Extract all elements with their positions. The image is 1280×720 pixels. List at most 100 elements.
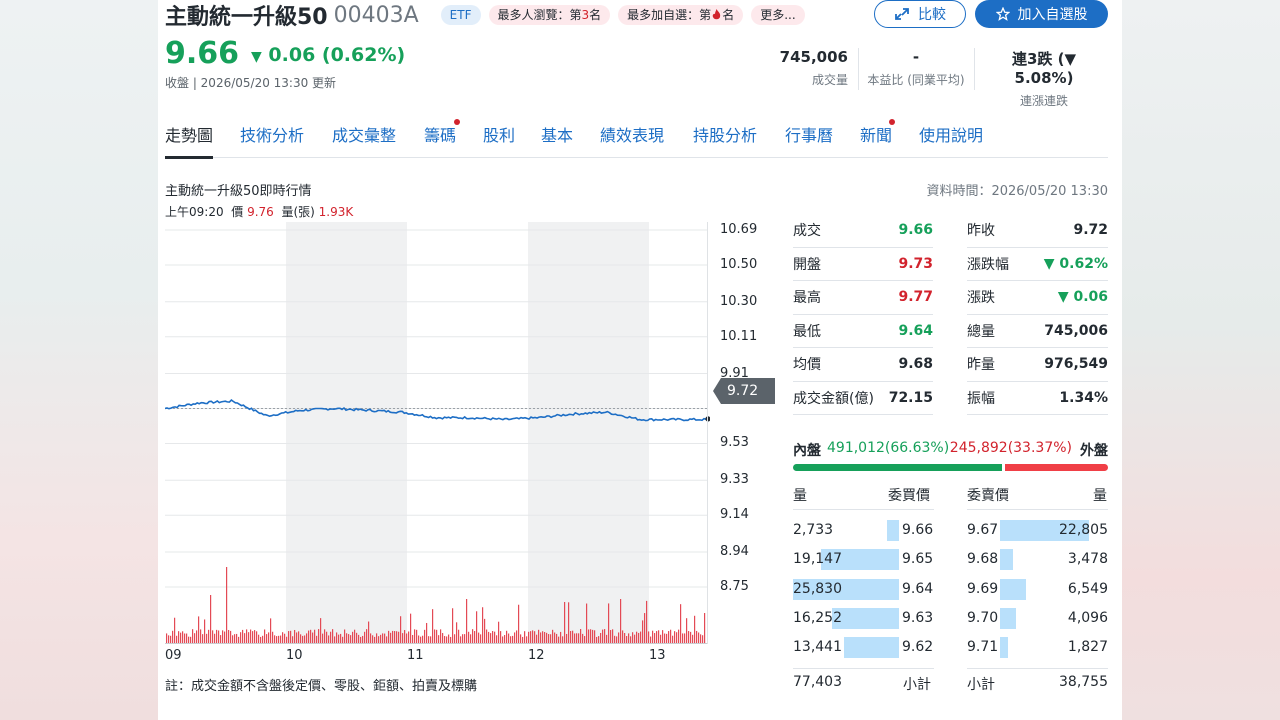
tab-bar: 走勢圖 技術分析 成交彙整 籌碼 股利 基本 績效表現 持股分析 行事曆 新聞 …: [165, 119, 1108, 159]
volume-bar: [256, 631, 258, 643]
volume-bar: [230, 630, 232, 643]
tab-news[interactable]: 新聞: [860, 125, 892, 158]
volume-bar: [276, 636, 278, 643]
quote-row: 成交 9.66 昨收 9.72: [793, 214, 1108, 248]
quote-label: 成交: [793, 223, 821, 240]
volume-bar: [462, 634, 464, 643]
tab-trend[interactable]: 走勢圖: [165, 125, 214, 159]
hover-price: 9.76: [247, 205, 274, 219]
quote-cell: 漲跌幅 ▼ 0.62%: [967, 248, 1108, 281]
volume-bar: [312, 632, 314, 643]
volume-bar: [368, 621, 370, 643]
y-tick-label: 8.94: [720, 544, 749, 560]
tab-holdings[interactable]: 持股分析: [693, 125, 757, 158]
ask-price[interactable]: 9.67: [967, 516, 998, 545]
volume-bar: [290, 630, 292, 643]
volume-bar: [530, 631, 532, 643]
intraday-chart[interactable]: [165, 222, 710, 644]
volume-bar: [202, 634, 204, 643]
tab-dividend[interactable]: 股利: [483, 125, 515, 158]
volume-bar: [182, 631, 184, 643]
hour-band: [286, 222, 407, 644]
bid-price[interactable]: 9.65: [902, 545, 933, 574]
bid-price[interactable]: 9.62: [902, 633, 933, 662]
volume-bar: [194, 633, 196, 643]
volume-bar: [542, 631, 544, 643]
volume-bar: [546, 632, 548, 643]
kpi-pe-value: -: [912, 48, 920, 66]
volume-bar: [688, 631, 690, 643]
volume-bar: [342, 636, 344, 643]
quote-label: 振幅: [967, 390, 995, 407]
volume-bar: [642, 620, 644, 643]
add-watchlist-button[interactable]: 加入自選股: [975, 0, 1108, 28]
tab-help[interactable]: 使用說明: [919, 125, 983, 158]
star-icon: [995, 7, 1010, 21]
compare-button[interactable]: 比較: [874, 0, 966, 28]
volume-bar: [208, 629, 210, 643]
orderbook-row: 2,733 9.66 9.67 22,805: [793, 516, 1108, 545]
rank-browse-badge[interactable]: 最多人瀏覽：第3名: [488, 5, 611, 25]
ask-price[interactable]: 9.70: [967, 604, 998, 633]
volume-bar: [400, 616, 402, 643]
volume-bar: [676, 632, 678, 643]
ask-price[interactable]: 9.69: [967, 575, 998, 604]
volume-bar: [578, 633, 580, 643]
volume-bar: [678, 629, 680, 643]
volume-bar: [398, 631, 400, 643]
volume-bar: [430, 636, 432, 643]
volume-bar: [352, 631, 354, 643]
data-time: 資料時間：2026/05/20 13:30: [926, 184, 1108, 199]
bid-price[interactable]: 9.66: [902, 516, 933, 545]
volume-bar: [494, 631, 496, 643]
ask-total: 38,755: [1059, 674, 1108, 690]
tab-technical[interactable]: 技術分析: [240, 125, 304, 158]
stock-page: 主動統一升級50 00403A ETF 最多人瀏覽：第3名 最多加自選：第名 更…: [158, 0, 1122, 720]
etf-badge[interactable]: ETF: [440, 5, 481, 25]
ask-price[interactable]: 9.68: [967, 545, 998, 574]
tab-fundamental[interactable]: 基本: [541, 125, 573, 158]
rank-watch-badge[interactable]: 最多加自選：第名: [618, 5, 744, 25]
volume-bar: [226, 567, 228, 643]
volume-bar: [210, 595, 212, 643]
chart-title: 主動統一升級50即時行情: [165, 184, 312, 199]
tab-calendar[interactable]: 行事曆: [785, 125, 833, 158]
volume-bar: [280, 635, 282, 643]
tab-trades[interactable]: 成交彙整: [332, 125, 396, 158]
volume-bar: [380, 634, 382, 643]
volume-bar: [320, 618, 322, 643]
volume-bar: [590, 629, 592, 643]
bid-price[interactable]: 9.64: [902, 575, 933, 604]
volume-bar: [266, 634, 268, 643]
volume-bar: [190, 636, 192, 643]
volume-bar: [700, 634, 702, 643]
ask-price[interactable]: 9.71: [967, 633, 998, 662]
volume-bar: [326, 631, 328, 643]
x-tick-label: 11: [407, 648, 424, 663]
ask-volume-bar: [1000, 637, 1008, 659]
volume-bar: [382, 633, 384, 643]
quote-label: 漲跌: [967, 290, 995, 307]
volume-bar: [702, 635, 704, 643]
y-tick-label: 9.33: [720, 472, 749, 488]
tab-performance[interactable]: 績效表現: [600, 125, 664, 158]
more-rankings-button[interactable]: 更多...: [751, 5, 805, 25]
volume-bar: [564, 601, 566, 643]
fire-icon: [712, 9, 721, 20]
volume-bar: [612, 629, 614, 643]
volume-bar: [698, 632, 700, 643]
bid-price[interactable]: 9.63: [902, 604, 933, 633]
in-bar: [793, 464, 1002, 471]
volume-bar: [310, 629, 312, 643]
quote-cell: 昨收 9.72: [967, 214, 1108, 248]
volume-bar: [610, 630, 612, 643]
volume-bar: [608, 603, 610, 643]
tab-chips[interactable]: 籌碼: [424, 125, 456, 158]
volume-bar: [686, 618, 688, 643]
kpi-volume-label: 成交量: [811, 73, 848, 87]
volume-bar: [656, 631, 658, 643]
volume-bar: [314, 629, 316, 643]
ref-price-tag: 9.72: [713, 378, 775, 404]
volume-bar: [618, 632, 620, 643]
volume-bar: [220, 635, 222, 643]
